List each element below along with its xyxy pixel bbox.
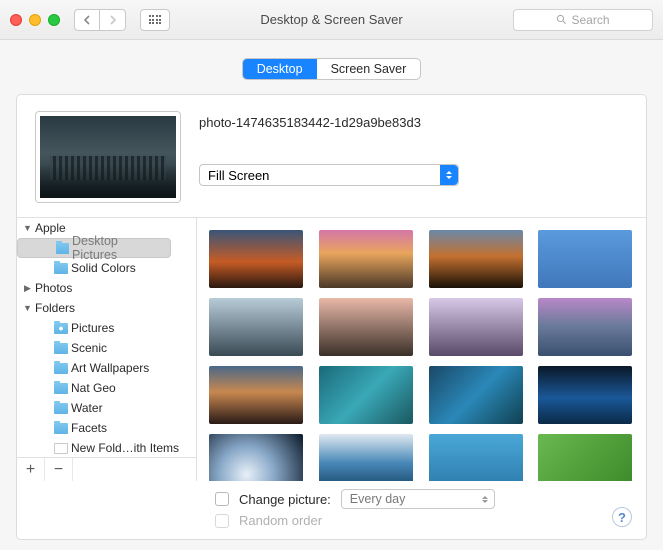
- item-label: Facets: [71, 421, 107, 435]
- search-icon: [556, 14, 567, 25]
- top-right-column: photo-1474635183442-1d29a9be83d3 Fill Sc…: [199, 111, 628, 203]
- wallpaper-thumb[interactable]: [319, 366, 413, 424]
- search-input[interactable]: Search: [513, 9, 653, 31]
- source-sidebar: Apple Desktop Pictures Solid Colors: [17, 217, 197, 481]
- source-list[interactable]: Apple Desktop Pictures Solid Colors: [17, 218, 196, 457]
- zoom-icon[interactable]: [48, 14, 60, 26]
- tab-segment: Desktop Screen Saver: [242, 58, 422, 80]
- forward-button[interactable]: [100, 9, 126, 31]
- wallpaper-thumb[interactable]: [429, 230, 523, 288]
- display-mode-value: Fill Screen: [208, 168, 269, 183]
- sidebar-item-scenic[interactable]: Scenic: [17, 338, 196, 358]
- disclosure-icon[interactable]: [23, 224, 32, 233]
- wallpaper-thumb[interactable]: [209, 366, 303, 424]
- sidebar-item-facets[interactable]: Facets: [17, 418, 196, 438]
- show-all-button[interactable]: [140, 9, 170, 31]
- folder-icon: [54, 343, 68, 354]
- group-label: Photos: [35, 281, 72, 295]
- group-label: Folders: [35, 301, 75, 315]
- group-label: Apple: [35, 221, 66, 235]
- window-body: Desktop Screen Saver photo-1474635183442…: [0, 40, 663, 550]
- disclosure-icon[interactable]: [23, 304, 32, 313]
- item-label: Scenic: [71, 341, 107, 355]
- change-picture-label: Change picture:: [239, 492, 331, 507]
- top-row: photo-1474635183442-1d29a9be83d3 Fill Sc…: [17, 95, 646, 203]
- item-label: Nat Geo: [71, 381, 116, 395]
- sidebar-item-water[interactable]: Water: [17, 398, 196, 418]
- wallpaper-thumb[interactable]: [538, 434, 632, 481]
- help-button[interactable]: ?: [612, 507, 632, 527]
- sidebar-group-folders[interactable]: Folders: [17, 298, 196, 318]
- display-mode-select[interactable]: Fill Screen: [199, 164, 459, 186]
- sidebar-item-new-folder[interactable]: New Fold…ith Items: [17, 438, 196, 457]
- sidebar-group-photos[interactable]: Photos: [17, 278, 196, 298]
- grid-icon: [149, 15, 162, 24]
- wallpaper-grid[interactable]: [197, 217, 646, 481]
- item-label: Pictures: [71, 321, 114, 335]
- random-order-label: Random order: [239, 513, 322, 528]
- wallpaper-thumb[interactable]: [319, 298, 413, 356]
- folder-icon: [54, 423, 68, 434]
- mid-row: Apple Desktop Pictures Solid Colors: [17, 217, 646, 481]
- interval-value: Every day: [350, 492, 406, 506]
- photo-name: photo-1474635183442-1d29a9be83d3: [199, 115, 628, 130]
- folder-icon: [54, 363, 68, 374]
- wallpaper-thumb[interactable]: [538, 230, 632, 288]
- pictures-folder-icon: [54, 323, 68, 334]
- chevron-updown-icon: [440, 165, 458, 185]
- wallpaper-thumb[interactable]: [538, 298, 632, 356]
- remove-folder-button[interactable]: −: [45, 458, 73, 481]
- item-label: Solid Colors: [71, 261, 136, 275]
- wallpaper-preview: [35, 111, 181, 203]
- item-label: Art Wallpapers: [71, 361, 149, 375]
- item-label: New Fold…ith Items: [71, 441, 179, 455]
- folder-icon: [56, 243, 69, 254]
- folder-icon: [54, 403, 68, 414]
- wallpaper-thumb[interactable]: [429, 434, 523, 481]
- sidebar-item-nat-geo[interactable]: Nat Geo: [17, 378, 196, 398]
- random-order-checkbox: [215, 514, 229, 528]
- wallpaper-thumb[interactable]: [319, 230, 413, 288]
- wallpaper-thumb[interactable]: [209, 434, 303, 481]
- nav-segment: [74, 9, 126, 31]
- disclosure-icon[interactable]: [23, 284, 32, 293]
- sidebar-footer: + −: [17, 457, 196, 481]
- window-controls: [10, 14, 60, 26]
- folder-icon: [54, 383, 68, 394]
- preview-image: [40, 116, 176, 198]
- wallpaper-thumb[interactable]: [429, 366, 523, 424]
- minimize-icon[interactable]: [29, 14, 41, 26]
- wallpaper-thumb[interactable]: [319, 434, 413, 481]
- sidebar-item-art-wallpapers[interactable]: Art Wallpapers: [17, 358, 196, 378]
- interval-select[interactable]: Every day: [341, 489, 495, 509]
- folder-icon: [54, 443, 68, 454]
- chevron-updown-icon: [482, 493, 488, 506]
- random-order-row: Random order: [197, 509, 646, 528]
- tab-screensaver[interactable]: Screen Saver: [317, 59, 421, 79]
- change-picture-row: Change picture: Every day: [197, 481, 646, 509]
- change-picture-checkbox[interactable]: [215, 492, 229, 506]
- wallpaper-thumb[interactable]: [538, 366, 632, 424]
- back-button[interactable]: [74, 9, 100, 31]
- folder-icon: [54, 263, 68, 274]
- main-panel: photo-1474635183442-1d29a9be83d3 Fill Sc…: [16, 94, 647, 540]
- sidebar-item-pictures[interactable]: Pictures: [17, 318, 196, 338]
- sidebar-item-desktop-pictures[interactable]: Desktop Pictures: [17, 238, 171, 258]
- add-folder-button[interactable]: +: [17, 458, 45, 481]
- wallpaper-thumb[interactable]: [429, 298, 523, 356]
- titlebar: Desktop & Screen Saver Search: [0, 0, 663, 40]
- search-placeholder: Search: [571, 13, 609, 27]
- wallpaper-thumb[interactable]: [209, 230, 303, 288]
- tab-desktop[interactable]: Desktop: [243, 59, 317, 79]
- wallpaper-thumb[interactable]: [209, 298, 303, 356]
- close-icon[interactable]: [10, 14, 22, 26]
- item-label: Water: [71, 401, 103, 415]
- item-label: Desktop Pictures: [72, 234, 162, 262]
